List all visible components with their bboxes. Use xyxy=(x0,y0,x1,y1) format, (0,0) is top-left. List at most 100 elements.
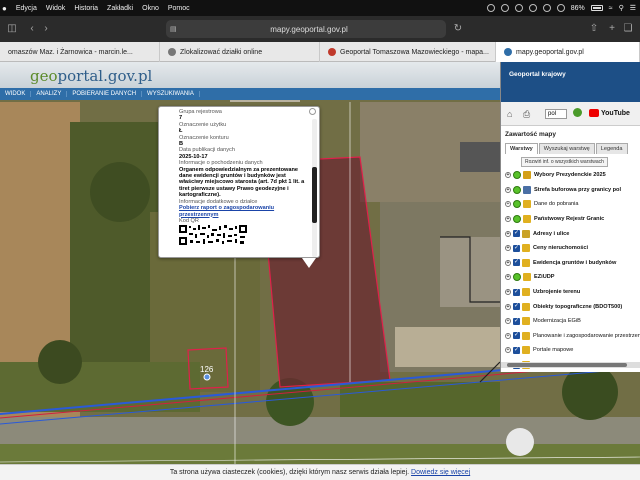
tab-1[interactable]: omaszów Maz. i Żarnowica - marcin.le... xyxy=(0,42,160,62)
layer-type-icon xyxy=(523,273,531,282)
help-icon[interactable] xyxy=(573,108,582,117)
dropbox-icon[interactable] xyxy=(514,4,523,12)
share-icon[interactable]: ⇧ xyxy=(588,24,600,34)
nav-widok[interactable]: WIDOK xyxy=(0,91,32,97)
overview-map[interactable]: Geoportal krajowy xyxy=(501,62,640,102)
layer-checkbox[interactable]: ✓ xyxy=(513,244,520,252)
menu-widok[interactable]: Widok xyxy=(46,5,65,12)
expand-layer-icon[interactable]: + xyxy=(505,303,511,310)
tab-warstwy[interactable]: Warstwy xyxy=(505,143,538,154)
layer-item[interactable]: + Wybory Prezydenckie 2025 xyxy=(505,168,640,183)
layer-toggle-icon[interactable] xyxy=(513,215,521,224)
tab-favicon-icon xyxy=(504,48,512,56)
popup-scrollbar[interactable] xyxy=(312,119,317,257)
print-icon[interactable]: ⎙ xyxy=(523,109,530,120)
expand-layer-icon[interactable]: + xyxy=(505,230,511,237)
apple-menu-icon[interactable]: ● xyxy=(2,4,7,13)
tab-4[interactable]: mapy.geoportal.gov.pl xyxy=(496,42,640,62)
layer-checkbox[interactable]: ✓ xyxy=(513,259,520,267)
layer-type-icon xyxy=(522,258,530,267)
tab-3[interactable]: Geoportal Tomaszowa Mazowieckiego - mapa… xyxy=(320,42,496,62)
layer-item[interactable]: + EZiUDP xyxy=(505,270,640,285)
search-icon[interactable]: ⚲ xyxy=(619,4,624,12)
layer-item[interactable]: + Dane do pobrania xyxy=(505,197,640,212)
menu-pomoc[interactable]: Pomoc xyxy=(168,5,190,12)
layer-item[interactable]: + ✓ Portale mapowe xyxy=(505,343,640,358)
home-icon[interactable]: ⌂ xyxy=(507,109,512,119)
tab-label: mapy.geoportal.gov.pl xyxy=(516,48,584,56)
layer-item[interactable]: + ✓ Ceny nieruchomości xyxy=(505,241,640,256)
expand-layer-icon[interactable]: + xyxy=(505,347,511,354)
expand-layer-icon[interactable]: + xyxy=(505,216,511,223)
layer-toggle-icon[interactable] xyxy=(513,200,521,209)
layer-type-icon xyxy=(522,288,530,297)
nav-pobieranie-danych[interactable]: POBIERANIE DANYCH xyxy=(67,91,143,97)
menu-edycja[interactable]: Edycja xyxy=(16,5,37,12)
report-link[interactable]: Pobierz raport o zagospodarowaniu przest… xyxy=(179,205,305,218)
layer-item[interactable]: + ✓ Uzbrojenie terenu xyxy=(505,285,640,300)
forward-icon[interactable]: › xyxy=(40,24,52,34)
menu-historia[interactable]: Historia xyxy=(74,5,98,12)
wifi-status-icon[interactable] xyxy=(542,4,551,12)
address-bar[interactable]: ▤ mapy.geoportal.gov.pl xyxy=(166,20,446,38)
layer-toggle-icon[interactable] xyxy=(513,273,521,282)
expand-layer-icon[interactable]: + xyxy=(505,259,511,266)
panel-horizontal-scrollbar[interactable] xyxy=(501,362,640,368)
menu-zakladki[interactable]: Zakładki xyxy=(107,5,133,12)
layer-checkbox[interactable]: ✓ xyxy=(513,346,520,354)
layer-item[interactable]: + Państwowy Rejestr Granic xyxy=(505,212,640,227)
layer-item[interactable]: + ✓ Adresy i ulice xyxy=(505,226,640,241)
wifi-icon[interactable]: ≈ xyxy=(609,5,613,12)
control-center-icon[interactable]: ☰ xyxy=(630,4,636,12)
tab-label: Zlokalizować działki online xyxy=(180,48,263,56)
language-select[interactable]: pol xyxy=(545,109,567,119)
expand-layer-icon[interactable]: + xyxy=(505,274,511,281)
popup-close-icon[interactable] xyxy=(309,108,316,115)
layer-type-icon xyxy=(522,331,530,340)
layer-type-icon xyxy=(522,317,530,326)
layer-checkbox[interactable]: ✓ xyxy=(513,303,520,311)
lock-status-icon[interactable] xyxy=(528,4,537,12)
tab-2[interactable]: Zlokalizować działki online xyxy=(160,42,320,62)
expand-layer-icon[interactable]: + xyxy=(505,172,511,179)
layer-checkbox[interactable]: ✓ xyxy=(513,332,520,340)
cookie-more-link[interactable]: Dowiedz się więcej xyxy=(411,469,470,476)
layer-checkbox[interactable]: ✓ xyxy=(513,288,520,296)
expand-layer-icon[interactable]: + xyxy=(505,332,511,339)
play-icon[interactable] xyxy=(500,4,509,12)
layer-item[interactable]: + ✓ Planowanie i zagospodarowanie przestrz… xyxy=(505,329,640,344)
layer-toggle-icon[interactable] xyxy=(513,171,521,180)
reload-icon[interactable]: ↻ xyxy=(452,24,464,34)
sidebar-icon[interactable]: ◫ xyxy=(6,24,18,34)
tab-legenda[interactable]: Legenda xyxy=(595,143,628,154)
expand-layer-icon[interactable]: + xyxy=(505,245,511,252)
back-icon[interactable]: ‹ xyxy=(26,24,38,34)
layer-toggle-icon[interactable] xyxy=(513,185,521,194)
layer-label: Modernizacja EGiB xyxy=(533,318,581,325)
new-tab-icon[interactable]: + xyxy=(606,24,618,34)
expand-layer-icon[interactable]: + xyxy=(505,186,511,193)
layer-item[interactable]: + Strefa buforowa przy granicy pol xyxy=(505,183,640,198)
layer-item[interactable]: + ✓ Modernizacja EGiB xyxy=(505,314,640,329)
layer-item[interactable]: + ✓ Ewidencja gruntów i budynków xyxy=(505,256,640,271)
layer-label: Strefa buforowa przy granicy pol xyxy=(534,186,622,193)
tab-overview-icon[interactable]: ❏ xyxy=(622,24,634,34)
menu-okno[interactable]: Okno xyxy=(142,5,159,12)
geoportal-logo[interactable]: geoportal.gov.pl xyxy=(30,67,152,85)
reader-icon[interactable]: ▤ xyxy=(170,25,177,33)
layer-checkbox[interactable]: ✓ xyxy=(513,230,520,238)
expand-layer-icon[interactable]: + xyxy=(505,289,511,296)
expand-layer-icon[interactable]: + xyxy=(505,201,511,208)
youtube-link[interactable]: YouTube xyxy=(589,108,631,120)
nav-wyszukiwania[interactable]: WYSZUKIWANIA xyxy=(142,91,200,97)
expand-layer-icon[interactable]: + xyxy=(505,318,511,325)
battery-icon[interactable] xyxy=(590,5,603,11)
bluetooth-icon[interactable] xyxy=(556,4,565,12)
layer-checkbox[interactable]: ✓ xyxy=(513,317,520,325)
record-icon[interactable] xyxy=(486,4,495,12)
logo-part-geo: geo xyxy=(30,67,58,85)
nav-analizy[interactable]: ANALIZY xyxy=(31,91,68,97)
tab-wyszukaj-warstwe[interactable]: Wyszukaj warstwę xyxy=(538,143,595,154)
layer-item[interactable]: + ✓ Obiekty topograficzne (BDOT500) xyxy=(505,299,640,314)
expand-all-layers-button[interactable]: Rozwiń inf. o wszystkich warstwach xyxy=(521,157,608,167)
